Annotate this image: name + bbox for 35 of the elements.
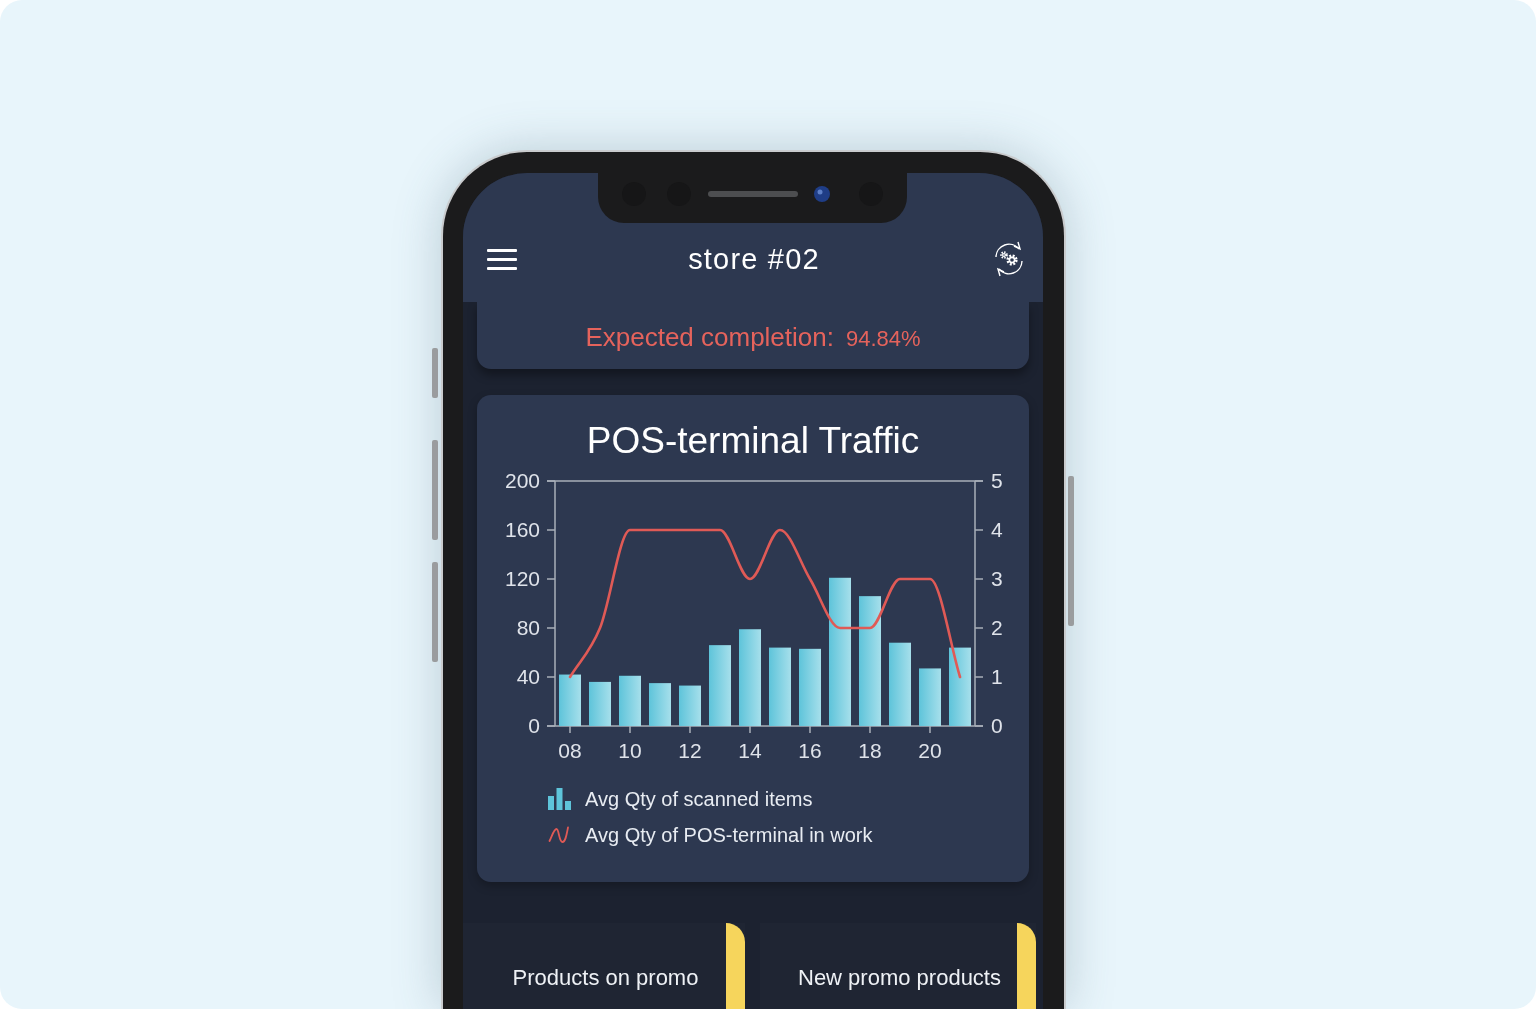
y-axis-label: 1 [991,665,1003,688]
chart-bar [619,675,641,726]
x-axis-label: 18 [858,739,882,762]
x-axis-label: 10 [618,739,642,762]
phone-side-ridge [432,348,438,398]
stat-label: New promo products [798,965,1001,991]
menu-icon[interactable] [487,248,517,270]
y-axis-label: 0 [528,714,540,737]
x-axis-label: 20 [918,739,942,762]
legend-label: Avg Qty of scanned items [585,787,813,811]
chart-bar [559,674,581,726]
chart-bar [649,683,671,726]
chart-title: POS-terminal Traffic [586,419,920,463]
completion-value: 94.84% [846,326,921,352]
y-axis-label: 4 [991,518,1003,541]
store-title: store #02 [688,242,820,276]
y-axis-label: 0 [991,714,1003,737]
stat-label: Products on promo [512,965,699,991]
chart-bar [679,685,701,726]
y-axis-label: 200 [504,469,540,492]
y-axis-label: 3 [991,567,1003,590]
x-axis-label: 08 [558,739,582,762]
y-axis-label: 5 [991,469,1003,492]
legend-label: Avg Qty of POS-terminal in work [585,823,873,847]
x-axis-label: 16 [798,739,822,762]
y-axis-label: 160 [504,518,540,541]
completion-label: Expected completion: [585,322,834,353]
y-axis-label: 2 [991,616,1003,639]
chart-bar [919,668,941,726]
y-axis-label: 120 [504,567,540,590]
chart-bar [589,681,611,726]
y-axis-label: 80 [516,616,540,639]
x-axis-label: 14 [738,739,762,762]
y-axis-label: 40 [516,665,540,688]
x-axis-label: 12 [678,739,702,762]
